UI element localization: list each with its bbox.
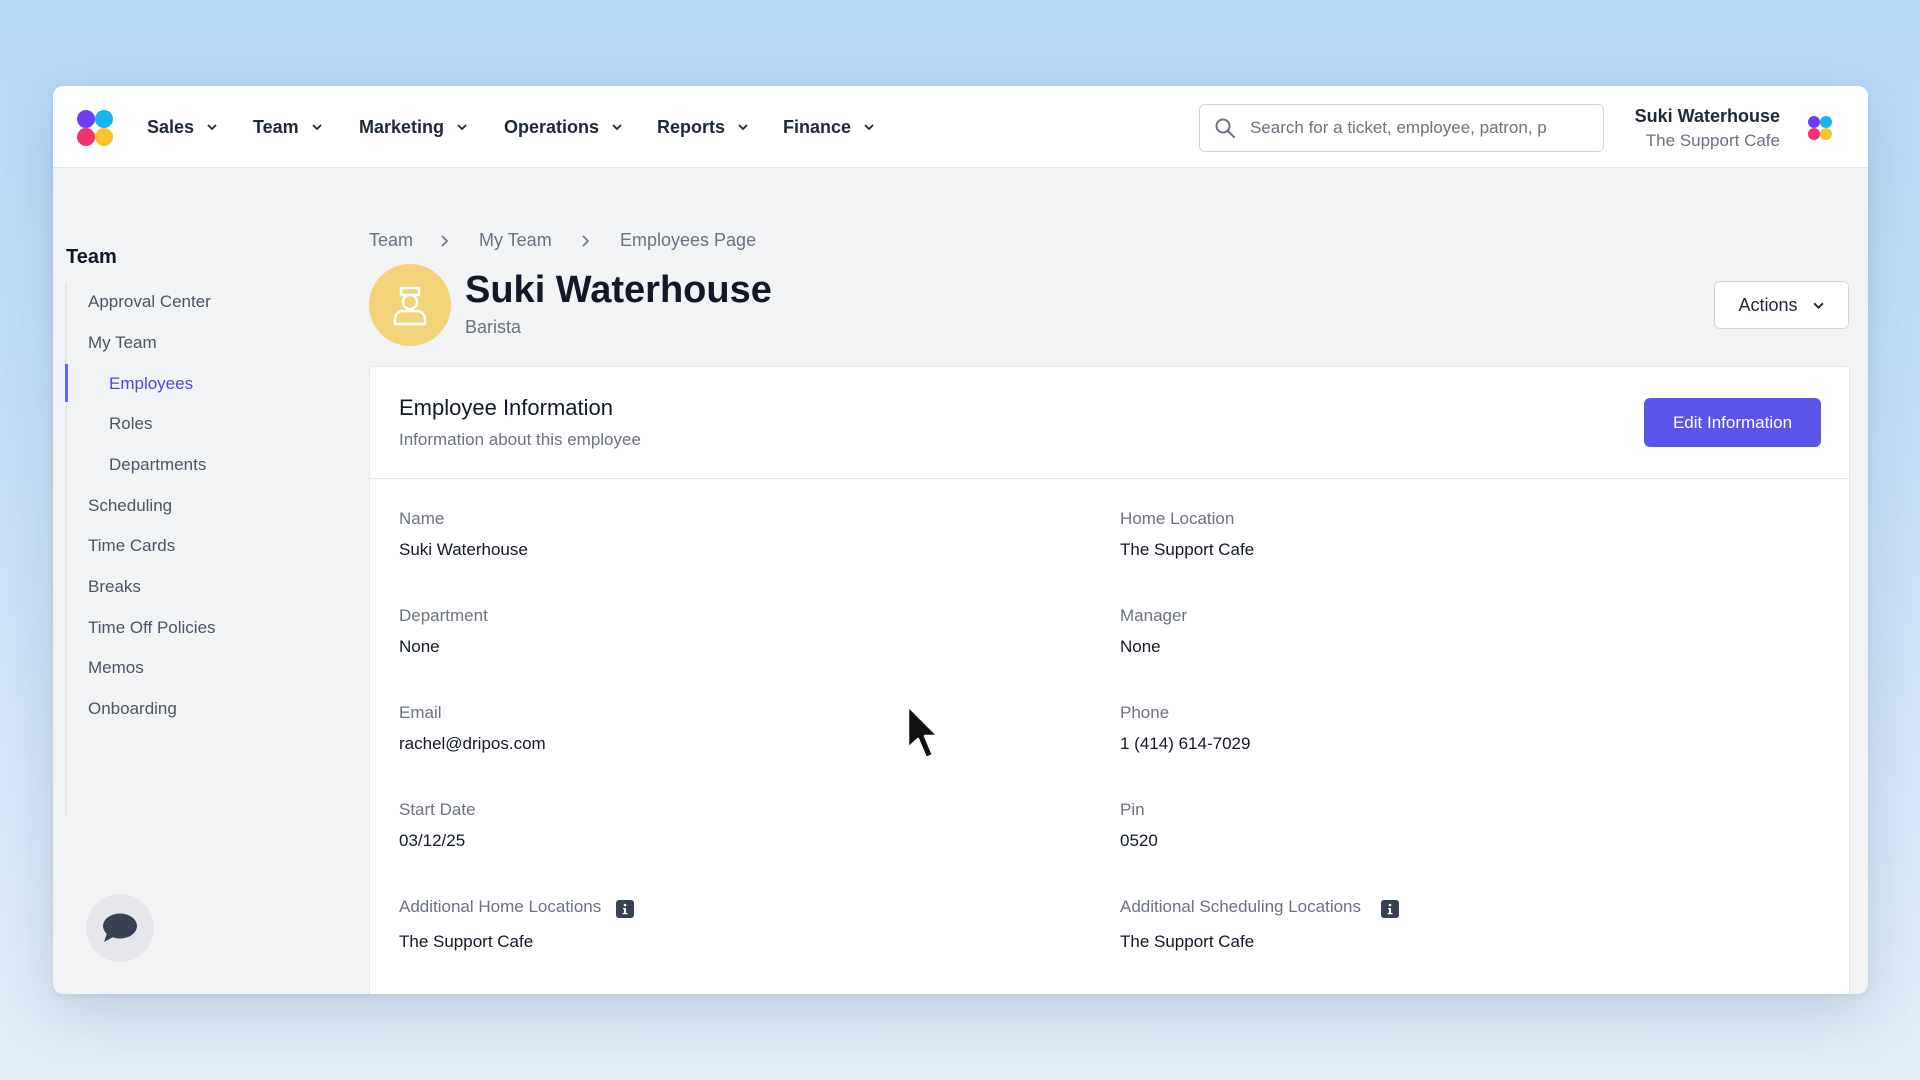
field-label-additional-home-locations: Additional Home Locations <box>399 897 602 916</box>
sidebar-item-my-team[interactable]: My Team <box>88 333 157 353</box>
field-label-name: Name <box>399 509 445 528</box>
sidebar-rail <box>65 282 67 816</box>
app-window: Sales Team Marketing Operations Reports … <box>53 86 1868 994</box>
location-logo-icon[interactable] <box>1805 113 1835 143</box>
sidebar-item-memos[interactable]: Memos <box>88 658 144 678</box>
sidebar-item-employees[interactable]: Employees <box>109 374 193 394</box>
card-header: Employee Information Information about t… <box>370 367 1849 479</box>
chevron-down-icon <box>457 124 467 131</box>
actions-dropdown-button[interactable]: Actions <box>1714 281 1849 329</box>
chevron-down-icon <box>312 124 322 131</box>
chevron-down-icon <box>207 124 217 131</box>
field-value-phone: 1 (414) 614-7029 <box>1120 734 1251 753</box>
search-input[interactable] <box>1250 118 1580 138</box>
field-value-pin: 0520 <box>1120 831 1158 850</box>
sidebar-title: Team <box>66 246 117 268</box>
sidebar-item-roles[interactable]: Roles <box>109 414 152 434</box>
search-box[interactable] <box>1199 104 1604 152</box>
search-icon <box>1215 118 1235 138</box>
info-icon[interactable] <box>616 900 634 918</box>
nav-team-label: Team <box>253 116 299 137</box>
employee-role: Barista <box>465 317 522 337</box>
sidebar-item-approval-center[interactable]: Approval Center <box>88 292 211 312</box>
nav-sales[interactable]: Sales <box>147 114 218 140</box>
field-value-manager: None <box>1120 637 1161 656</box>
field-value-department: None <box>399 637 440 656</box>
field-label-pin: Pin <box>1120 800 1145 819</box>
sidebar-item-time-off-policies[interactable]: Time Off Policies <box>88 618 216 638</box>
nav-marketing[interactable]: Marketing <box>359 114 468 140</box>
nav-reports-label: Reports <box>657 116 726 137</box>
field-value-email: rachel@dripos.com <box>399 734 546 753</box>
edit-information-button[interactable]: Edit Information <box>1644 398 1821 447</box>
nav-marketing-label: Marketing <box>359 116 445 137</box>
field-value-additional-home-locations: The Support Cafe <box>399 932 534 951</box>
nav-operations-label: Operations <box>504 116 600 137</box>
actions-label: Actions <box>1738 294 1798 315</box>
nav-reports[interactable]: Reports <box>657 114 749 140</box>
breadcrumb-team[interactable]: Team <box>369 230 413 251</box>
card-title: Employee Information <box>399 395 613 420</box>
sidebar-item-time-cards[interactable]: Time Cards <box>88 536 175 556</box>
user-location: The Support Cafe <box>1645 131 1780 150</box>
field-label-home-location: Home Location <box>1120 509 1235 528</box>
sidebar-item-scheduling[interactable]: Scheduling <box>88 496 172 516</box>
card-subtitle: Information about this employee <box>399 430 641 449</box>
sidebar-item-departments[interactable]: Departments <box>109 455 206 475</box>
field-label-department: Department <box>399 606 488 625</box>
breadcrumb-my-team[interactable]: My Team <box>479 230 552 251</box>
mouse-cursor-icon <box>906 704 940 760</box>
chevron-right-icon <box>582 235 590 247</box>
field-label-phone: Phone <box>1120 703 1170 722</box>
breadcrumb-employees-page: Employees Page <box>620 230 757 250</box>
chat-bubble-icon <box>103 913 137 942</box>
employee-information-card: Employee Information Information about t… <box>369 366 1850 994</box>
chevron-down-icon <box>612 124 622 131</box>
info-icon[interactable] <box>1381 900 1399 918</box>
sidebar-item-breaks[interactable]: Breaks <box>88 577 141 597</box>
chevron-down-icon <box>738 124 748 131</box>
app-logo-icon[interactable] <box>73 106 117 150</box>
field-value-name: Suki Waterhouse <box>399 540 528 559</box>
sidebar-item-onboarding[interactable]: Onboarding <box>88 699 177 719</box>
field-label-manager: Manager <box>1120 606 1188 625</box>
field-value-start-date: 03/12/25 <box>399 831 466 850</box>
chat-button[interactable] <box>86 894 154 962</box>
field-value-home-location: The Support Cafe <box>1120 540 1255 559</box>
field-label-email: Email <box>399 703 442 722</box>
field-value-additional-scheduling-locations: The Support Cafe <box>1120 932 1255 951</box>
chevron-down-icon <box>864 124 874 131</box>
field-label-additional-scheduling-locations: Additional Scheduling Locations <box>1120 897 1362 916</box>
top-navigation-bar: Sales Team Marketing Operations Reports … <box>53 86 1868 168</box>
nav-sales-label: Sales <box>147 116 195 137</box>
nav-finance-label: Finance <box>783 116 852 137</box>
user-menu[interactable]: Suki Waterhouse The Support Cafe <box>1635 104 1780 154</box>
chevron-down-icon <box>1812 302 1824 309</box>
field-label-start-date: Start Date <box>399 800 476 819</box>
avatar <box>369 264 451 346</box>
user-name: Suki Waterhouse <box>1634 106 1780 126</box>
chevron-right-icon <box>441 235 449 247</box>
barista-icon <box>393 286 427 326</box>
sidebar-active-indicator <box>65 364 68 402</box>
nav-operations[interactable]: Operations <box>504 114 623 140</box>
nav-team[interactable]: Team <box>253 114 323 140</box>
page-title: Suki Waterhouse <box>465 269 772 311</box>
nav-finance[interactable]: Finance <box>783 114 875 140</box>
